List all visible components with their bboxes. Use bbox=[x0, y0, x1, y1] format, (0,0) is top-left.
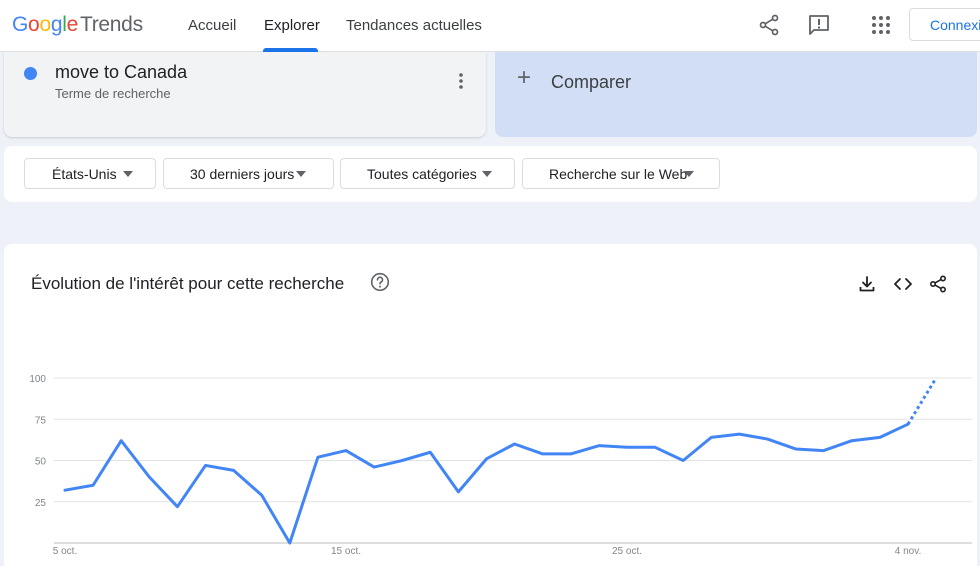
x-tick-label: 15 oct. bbox=[331, 546, 361, 557]
more-vert-icon[interactable] bbox=[454, 72, 468, 90]
nav-tab-explorer[interactable]: Explorer bbox=[264, 17, 320, 34]
search-term-type: Terme de recherche bbox=[55, 86, 171, 101]
apps-icon[interactable] bbox=[869, 13, 893, 37]
y-tick-label: 100 bbox=[29, 374, 46, 385]
filter-time-range-label: 30 derniers jours bbox=[190, 166, 295, 182]
filter-category[interactable]: Toutes catégories bbox=[340, 158, 515, 189]
plus-icon: + bbox=[517, 64, 532, 91]
compare-label: Comparer bbox=[551, 72, 632, 92]
nav-tab-tendances-actuelles[interactable]: Tendances actuelles bbox=[346, 17, 482, 34]
series-color-dot bbox=[24, 67, 37, 80]
search-term-card[interactable]: move to Canada Terme de recherche bbox=[4, 52, 486, 137]
compare-card[interactable]: + Comparer bbox=[495, 52, 977, 137]
y-tick-label: 50 bbox=[35, 457, 47, 468]
caret-down-icon bbox=[123, 171, 133, 177]
search-term-title[interactable]: move to Canada bbox=[55, 62, 187, 83]
nav-tab-accueil[interactable]: Accueil bbox=[188, 17, 236, 34]
series-line-partial bbox=[906, 377, 938, 425]
filter-time-range[interactable]: 30 derniers jours bbox=[163, 158, 334, 189]
interest-over-time-card: Évolution de l'intérêt pour cette recher… bbox=[4, 244, 977, 566]
series-line bbox=[63, 422, 910, 545]
filter-search-type[interactable]: Recherche sur le Web bbox=[522, 158, 720, 189]
filter-search-type-label: Recherche sur le Web bbox=[549, 166, 688, 182]
filter-region-label: États-Unis bbox=[52, 166, 117, 182]
caret-down-icon bbox=[482, 171, 492, 177]
logo-trends-text: Trends bbox=[79, 13, 143, 36]
caret-down-icon bbox=[684, 171, 694, 177]
filters-bar: États-Unis 30 derniers jours Toutes caté… bbox=[4, 146, 977, 202]
caret-down-icon bbox=[296, 171, 306, 177]
y-tick-label: 25 bbox=[35, 498, 47, 509]
filter-category-label: Toutes catégories bbox=[367, 166, 477, 182]
feedback-icon[interactable] bbox=[807, 13, 831, 37]
x-tick-label: 5 oct. bbox=[53, 546, 77, 557]
x-tick-label: 4 nov. bbox=[895, 546, 922, 557]
y-tick-label: 75 bbox=[35, 415, 47, 426]
signin-button[interactable]: Connexion bbox=[909, 8, 980, 41]
google-trends-logo[interactable]: GoogleTrends bbox=[12, 13, 143, 37]
share-icon[interactable] bbox=[757, 13, 781, 37]
top-header: GoogleTrends Accueil Explorer Tendances … bbox=[0, 0, 980, 52]
interest-line-chart: 25 50 75 100 5 oct. 15 oct. 25 oct. 4 nov. bbox=[29, 374, 972, 557]
x-tick-label: 25 oct. bbox=[612, 546, 642, 557]
filter-region[interactable]: États-Unis bbox=[24, 158, 156, 189]
